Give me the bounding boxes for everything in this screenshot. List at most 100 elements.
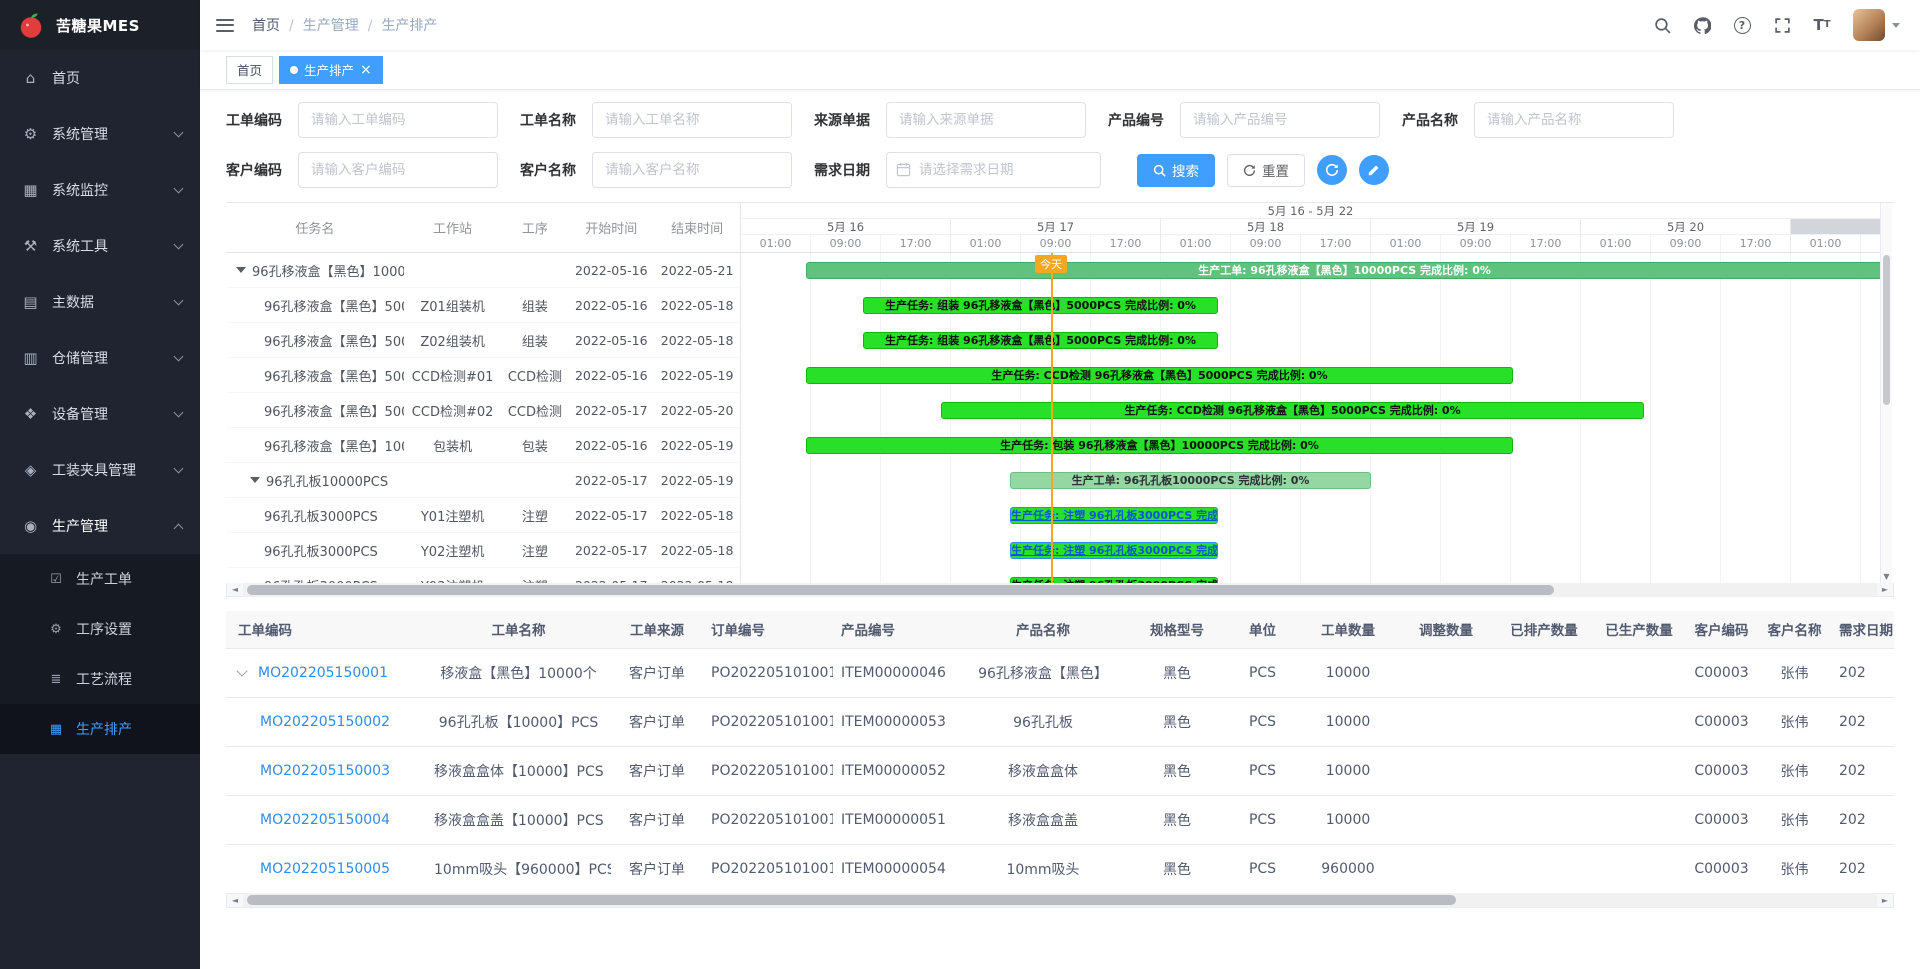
warehouse-icon: ▥	[22, 349, 39, 367]
sidebar-item-scheduling[interactable]: ▦生产排产	[0, 704, 200, 754]
gantt-row[interactable]: 96孔孔板3000PCSY02注塑机注塑2022-05-172022-05-18	[226, 533, 740, 568]
customer-code-input[interactable]	[298, 152, 498, 188]
scroll-left-icon[interactable]: ◄	[227, 585, 243, 594]
gantt-timeline: 5月 16 - 5月 22 5月 16 5月 17 5月 18 5月 19 5月…	[741, 203, 1880, 583]
app-root: 苦糖果MES ⌂首页 ⚙系统管理 ▦系统监控 ⚒系统工具 ▤主数据 ▥仓储管理 …	[0, 0, 1920, 969]
table-horizontal-scrollbar[interactable]: ◄ ►	[226, 894, 1894, 908]
edit-button[interactable]	[1359, 155, 1389, 185]
work-order-code-input[interactable]	[298, 102, 498, 138]
sidebar-item-process-flow[interactable]: ≣工艺流程	[0, 654, 200, 704]
customer-name-input[interactable]	[592, 152, 792, 188]
gantt-row[interactable]: 96孔孔板3000PCSY03注塑机注塑2022-05-172022-05-18	[226, 568, 740, 583]
gantt-row[interactable]: 96孔移液盒【黑色】5000PCSZ02组装机组装2022-05-162022-…	[226, 323, 740, 358]
product-code-input[interactable]	[1180, 102, 1380, 138]
gantt-row[interactable]: 96孔孔板3000PCSY01注塑机注塑2022-05-172022-05-18	[226, 498, 740, 533]
demand-date-input[interactable]	[886, 152, 1101, 188]
sidebar-item-system-monitor[interactable]: ▦系统监控	[0, 162, 200, 218]
user-menu[interactable]	[1853, 9, 1900, 41]
gantt-horizontal-scrollbar[interactable]: ◄ ►	[226, 583, 1894, 597]
reset-button[interactable]: 重置	[1227, 154, 1305, 187]
work-order-link[interactable]: MO202205150004	[260, 812, 390, 828]
sidebar-item-warehouse[interactable]: ▥仓储管理	[0, 330, 200, 386]
help-icon[interactable]	[1733, 16, 1751, 34]
gantt-row[interactable]: 96孔移液盒【黑色】5000PCSCCD检测#02CCD检测2022-05-17…	[226, 393, 740, 428]
layers-icon: ❖	[22, 405, 39, 423]
table-header: 工单编码 工单名称 工单来源 订单编号 产品编号 产品名称 规格型号 单位 工单…	[226, 611, 1894, 648]
scroll-left-icon[interactable]: ◄	[227, 896, 243, 905]
search-button[interactable]: 搜索	[1137, 154, 1215, 187]
tab-home[interactable]: 首页	[226, 56, 273, 84]
gantt-bar-task[interactable]: 生产任务: CCD检测 96孔移液盒【黑色】5000PCS 完成比例: 0%	[806, 367, 1513, 384]
table-row[interactable]: MO202205150001 移液盒【黑色】10000个 客户订单 PO2022…	[226, 648, 1894, 697]
gantt-row[interactable]: 96孔孔板10000PCS2022-05-172022-05-19	[226, 463, 740, 498]
sidebar-item-fixtures[interactable]: ◈工装夹具管理	[0, 442, 200, 498]
gantt-bar-task[interactable]: 生产任务: 注塑 96孔孔板3000PCS 完成比例: 0%	[1010, 577, 1218, 583]
timeline-week-range: 5月 16 - 5月 22	[741, 203, 1880, 219]
work-order-link[interactable]: MO202205150001	[258, 665, 388, 681]
font-size-icon[interactable]	[1813, 16, 1831, 34]
gantt-bar-task[interactable]: 生产任务: CCD检测 96孔移液盒【黑色】5000PCS 完成比例: 0%	[941, 402, 1644, 419]
breadcrumb-production[interactable]: 生产管理	[280, 15, 359, 35]
sidebar-item-work-orders[interactable]: ☑生产工单	[0, 554, 200, 604]
gantt-row[interactable]: 96孔移液盒【黑色】5000PCSCCD检测#01CCD检测2022-05-16…	[226, 358, 740, 393]
sidebar-item-system-mgmt[interactable]: ⚙系统管理	[0, 106, 200, 162]
gantt-bar-task-selected[interactable]: 生产任务: 注塑 96孔孔板3000PCS 完成比例: 0%	[1010, 542, 1218, 559]
work-order-link[interactable]: MO202205150005	[260, 861, 390, 877]
filter-form: 工单编码 工单名称 来源单据 产品编号 产品名称 客户编码 客户名称 需求日期 …	[226, 102, 1894, 188]
gantt-bar-work-order[interactable]: 生产工单: 96孔移液盒【黑色】10000PCS 完成比例: 0%	[806, 262, 1880, 279]
sidebar-item-equipment[interactable]: ❖设备管理	[0, 386, 200, 442]
gantt-row[interactable]: 96孔移液盒【黑色】10000PCS包装机包装2022-05-162022-05…	[226, 428, 740, 463]
gantt-bar-task[interactable]: 生产任务: 包装 96孔移液盒【黑色】10000PCS 完成比例: 0%	[806, 437, 1513, 454]
expand-row-icon[interactable]	[236, 665, 247, 676]
gantt-bar-work-order[interactable]: 生产工单: 96孔孔板10000PCS 完成比例: 0%	[1010, 472, 1371, 489]
table-row[interactable]: MO202205150002 96孔孔板【10000】PCS 客户订单 PO20…	[226, 697, 1894, 746]
scroll-right-icon[interactable]: ►	[1877, 585, 1893, 594]
gantt-chart-body: 今天 生产工单: 96孔移液盒【黑色】10000PCS 完成比例: 0% 生产任…	[741, 253, 1880, 583]
table-row[interactable]: MO202205150005 10mm吸头【960000】PCS 客户订单 PO…	[226, 844, 1894, 893]
timeline-days: 5月 16 5月 17 5月 18 5月 19 5月 20	[741, 219, 1880, 235]
scrollbar-thumb[interactable]	[247, 585, 1554, 595]
timeline-hours: 01:0009:0017:00 01:0009:0017:00 01:0009:…	[741, 235, 1880, 253]
sidebar-item-production[interactable]: ◉生产管理	[0, 498, 200, 554]
gantt-bar-task-selected[interactable]: 生产任务: 注塑 96孔孔板3000PCS 完成比例: 0%	[1010, 507, 1218, 524]
chevron-down-icon	[174, 183, 184, 193]
gantt-row[interactable]: 96孔移液盒【黑色】10000PCS2022-05-162022-05-21	[226, 253, 740, 288]
table-row[interactable]: MO202205150004 移液盒盒盖【10000】PCS 客户订单 PO20…	[226, 795, 1894, 844]
filter-row-2: 客户编码 客户名称 需求日期 搜索 重置	[226, 152, 1894, 188]
work-order-link[interactable]: MO202205150002	[260, 714, 390, 730]
scrollbar-thumb[interactable]	[1883, 255, 1890, 405]
gantt-vertical-scrollbar[interactable]: ▼	[1880, 203, 1892, 583]
avatar[interactable]	[1853, 9, 1885, 41]
scroll-right-icon[interactable]: ►	[1877, 896, 1893, 905]
product-name-input[interactable]	[1474, 102, 1674, 138]
sidebar-item-process-settings[interactable]: ⚙工序设置	[0, 604, 200, 654]
gantt-bar-task[interactable]: 生产任务: 组装 96孔移液盒【黑色】5000PCS 完成比例: 0%	[863, 297, 1218, 314]
refresh-cache-button[interactable]	[1317, 155, 1347, 185]
gantt-row[interactable]: 96孔移液盒【黑色】5000PCSZ01组装机组装2022-05-162022-…	[226, 288, 740, 323]
app-logo-icon	[16, 10, 46, 40]
scroll-down-icon[interactable]: ▼	[1881, 572, 1892, 581]
gantt-bar-task[interactable]: 生产任务: 组装 96孔移液盒【黑色】5000PCS 完成比例: 0%	[863, 332, 1218, 349]
work-order-link[interactable]: MO202205150003	[260, 763, 390, 779]
expand-icon[interactable]	[250, 477, 260, 483]
expand-icon[interactable]	[236, 267, 246, 273]
sidebar-item-home[interactable]: ⌂首页	[0, 50, 200, 106]
close-icon[interactable]	[360, 63, 372, 77]
source-doc-input[interactable]	[886, 102, 1086, 138]
github-icon[interactable]	[1693, 16, 1711, 34]
search-icon	[1153, 164, 1166, 177]
fullscreen-icon[interactable]	[1773, 16, 1791, 34]
tab-scheduling[interactable]: 生产排产	[279, 56, 383, 84]
tools-icon: ⚒	[22, 237, 39, 255]
hamburger-icon[interactable]	[216, 19, 234, 32]
scrollbar-thumb[interactable]	[247, 895, 1456, 905]
work-order-name-input[interactable]	[592, 102, 792, 138]
table-row[interactable]: MO202205150003 移液盒盒体【10000】PCS 客户订单 PO20…	[226, 746, 1894, 795]
sidebar-item-master-data[interactable]: ▤主数据	[0, 274, 200, 330]
today-line	[1051, 253, 1053, 583]
search-icon[interactable]	[1653, 16, 1671, 34]
topbar: 首页 生产管理 生产排产	[200, 0, 1920, 50]
sidebar-item-system-tools[interactable]: ⚒系统工具	[0, 218, 200, 274]
schedule-icon: ▦	[48, 722, 64, 737]
breadcrumb-home[interactable]: 首页	[252, 15, 280, 35]
